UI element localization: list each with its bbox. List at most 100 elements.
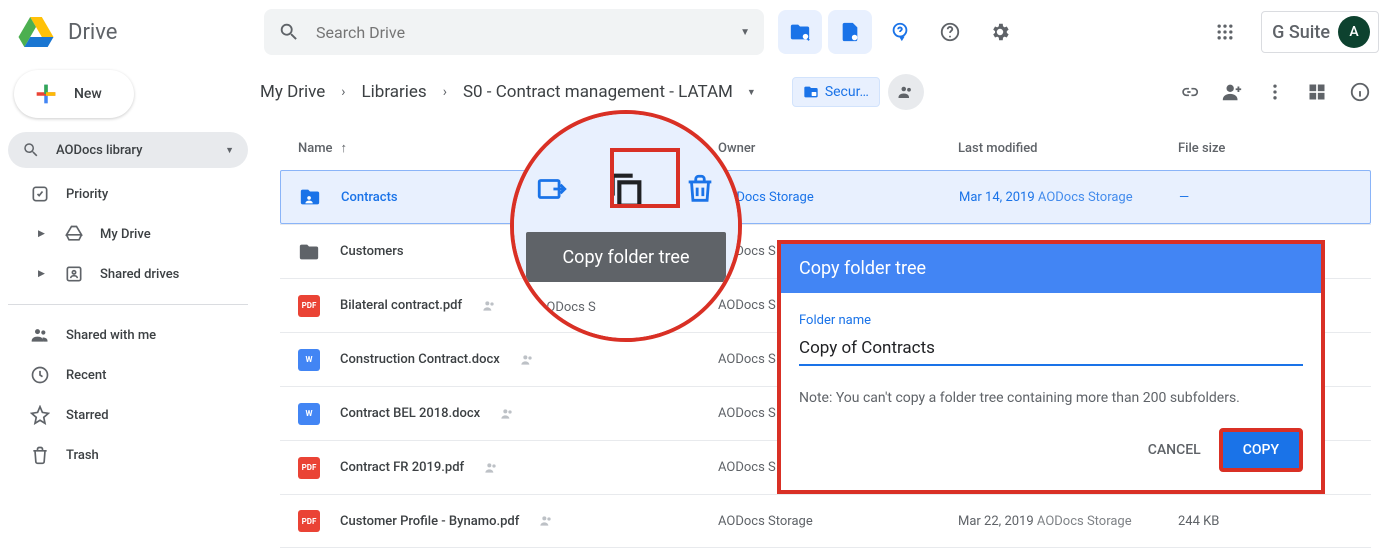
file-owner: AODocs Storage xyxy=(718,514,958,529)
sidebar-item-label: My Drive xyxy=(100,227,151,242)
trash-icon xyxy=(683,172,717,206)
star-icon xyxy=(30,405,50,425)
col-modified[interactable]: Last modified xyxy=(958,141,1178,156)
shared-icon xyxy=(484,460,500,476)
chevron-right-icon: › xyxy=(333,84,353,100)
file-name: Construction Contract.docx xyxy=(340,352,500,367)
help-button[interactable] xyxy=(928,10,972,54)
search-bar[interactable]: ▼ xyxy=(264,9,764,55)
help-icon xyxy=(939,21,961,43)
file-row[interactable]: Contracts AODocs StorageMar 14, 2019 AODo… xyxy=(280,170,1371,224)
trash-icon xyxy=(30,445,50,465)
file-name: Contract FR 2019.pdf xyxy=(340,460,464,475)
file-name: Contract BEL 2018.docx xyxy=(340,406,480,421)
link-icon[interactable] xyxy=(1179,82,1199,102)
sort-asc-icon[interactable]: ↑ xyxy=(341,140,348,156)
file-type-icon: PDF xyxy=(298,457,320,479)
breadcrumb-current[interactable]: S0 - Contract management - LATAM xyxy=(463,82,733,102)
folder-name-input[interactable] xyxy=(799,334,1303,366)
grid-view-icon[interactable] xyxy=(1307,82,1327,102)
people-icon xyxy=(897,83,915,101)
sidebar-item-starred[interactable]: Starred xyxy=(8,395,248,435)
folder-search-icon xyxy=(789,21,811,43)
smart-folder-button[interactable] xyxy=(778,10,822,54)
sidebar-item-shared-with-me[interactable]: Shared with me xyxy=(8,315,248,355)
sidebar-item-label: Trash xyxy=(66,448,99,463)
app-name: Drive xyxy=(68,20,117,45)
breadcrumb-root[interactable]: My Drive xyxy=(260,82,325,102)
search-icon xyxy=(278,21,300,43)
delete-button[interactable] xyxy=(680,169,720,209)
add-person-icon[interactable] xyxy=(1221,81,1243,103)
gsuite-label: G Suite xyxy=(1272,22,1330,43)
shared-icon xyxy=(482,298,498,314)
plus-icon xyxy=(32,80,60,108)
sidebar-item-label: Shared drives xyxy=(100,267,179,282)
support-button[interactable] xyxy=(878,10,922,54)
sidebar: New AODocs library ▼ Priority ▶ My Drive… xyxy=(0,70,256,475)
sidebar-item-priority[interactable]: Priority xyxy=(8,174,248,214)
people-icon xyxy=(30,325,50,345)
sidebar-collection-aodocs[interactable]: AODocs library ▼ xyxy=(8,132,248,168)
move-icon xyxy=(535,172,569,206)
sidebar-separator xyxy=(8,304,248,305)
file-type-icon: PDF xyxy=(298,510,320,532)
gear-icon xyxy=(989,21,1011,43)
sidebar-item-shared-drives[interactable]: ▶ Shared drives xyxy=(8,254,248,294)
security-pill-label: Secur… xyxy=(825,84,869,100)
breadcrumb-mid[interactable]: Libraries xyxy=(362,82,427,102)
security-pill[interactable]: Secur… xyxy=(792,77,880,107)
more-icon[interactable] xyxy=(1265,82,1285,102)
file-type-icon xyxy=(299,186,321,208)
sidebar-item-label: Priority xyxy=(66,187,108,202)
folder-lock-icon xyxy=(803,84,819,100)
shared-drives-icon xyxy=(64,264,84,284)
annotation-highlight-box xyxy=(610,148,680,208)
search-options-dropdown[interactable]: ▼ xyxy=(740,27,750,38)
file-name: Contracts xyxy=(341,190,398,205)
sidebar-item-my-drive[interactable]: ▶ My Drive xyxy=(8,214,248,254)
drive-logo-icon xyxy=(16,12,56,52)
tooltip: Copy folder tree xyxy=(526,232,726,282)
sidebar-collection-label: AODocs library xyxy=(56,143,209,158)
clock-icon xyxy=(30,365,50,385)
expand-icon[interactable]: ▶ xyxy=(38,229,48,239)
copy-button[interactable]: COPY xyxy=(1219,428,1303,472)
file-modified: Mar 14, 2019 AODocs Storage xyxy=(959,190,1179,205)
sidebar-item-label: Starred xyxy=(66,408,109,423)
sidebar-item-trash[interactable]: Trash xyxy=(8,435,248,475)
col-size[interactable]: File size xyxy=(1178,141,1353,156)
file-size: 244 KB xyxy=(1178,514,1353,529)
move-button[interactable] xyxy=(532,169,572,209)
info-icon[interactable] xyxy=(1349,81,1371,103)
apps-grid-icon xyxy=(1215,22,1235,42)
gsuite-account-button[interactable]: G Suite A xyxy=(1261,11,1379,53)
file-name: Customer Profile - Bynamo.pdf xyxy=(340,514,519,529)
help-arrow-icon xyxy=(889,21,911,43)
smart-doc-button[interactable] xyxy=(828,10,872,54)
settings-button[interactable] xyxy=(978,10,1022,54)
shared-icon xyxy=(539,513,555,529)
file-size: — xyxy=(1179,190,1352,205)
sidebar-item-recent[interactable]: Recent xyxy=(8,355,248,395)
new-button[interactable]: New xyxy=(14,70,134,118)
search-input[interactable] xyxy=(316,23,724,42)
col-owner[interactable]: Owner xyxy=(718,141,958,156)
dropdown-icon[interactable]: ▼ xyxy=(741,87,756,98)
file-modified: Mar 22, 2019 AODocs Storage xyxy=(958,514,1178,529)
apps-button[interactable] xyxy=(1203,10,1247,54)
search-icon xyxy=(22,141,40,159)
annotation-circle: Copy folder tree AODocs S xyxy=(510,110,742,342)
new-button-label: New xyxy=(74,86,102,102)
file-type-icon: PDF xyxy=(298,295,320,317)
col-name[interactable]: Name xyxy=(298,141,333,156)
my-drive-icon xyxy=(64,224,84,244)
file-row[interactable]: PDF Customer Profile - Bynamo.pdf AODocs S… xyxy=(280,494,1371,548)
avatar: A xyxy=(1338,16,1370,48)
members-button[interactable] xyxy=(888,74,924,110)
file-owner: AODocs Storage xyxy=(719,190,959,205)
logo-area[interactable]: Drive xyxy=(16,12,256,52)
expand-icon[interactable]: ▶ xyxy=(38,269,48,279)
dialog-note: Note: You can't copy a folder tree conta… xyxy=(799,390,1303,406)
cancel-button[interactable]: CANCEL xyxy=(1148,442,1201,458)
